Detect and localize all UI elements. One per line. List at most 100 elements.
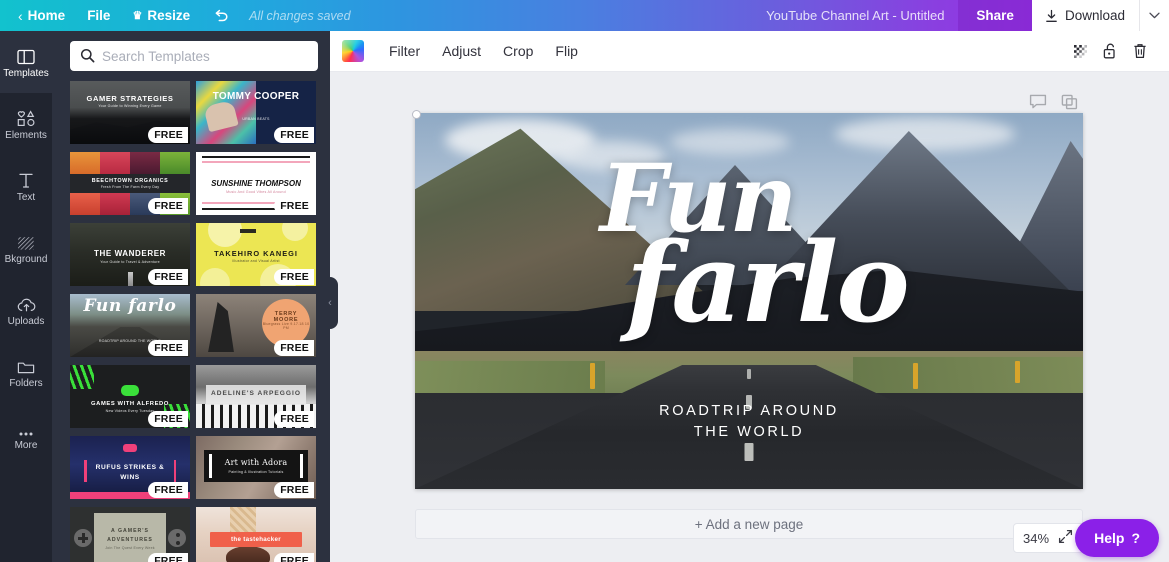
template-card[interactable]: TERRY MOORE Bluegrass Live 9.17.18 10 PM… xyxy=(196,294,316,357)
uploads-icon xyxy=(17,294,36,313)
text-icon xyxy=(18,170,34,189)
download-options-caret[interactable] xyxy=(1139,0,1169,31)
save-status: All changes saved xyxy=(241,9,350,23)
share-label: Share xyxy=(976,8,1014,23)
comment-icon[interactable] xyxy=(1029,94,1047,115)
template-card[interactable]: RUFUS STRIKES & WINS FREE xyxy=(70,436,190,499)
page-tools xyxy=(1029,94,1078,115)
duplicate-page-icon[interactable] xyxy=(1061,94,1078,115)
free-badge: FREE xyxy=(148,482,188,498)
template-card[interactable]: ADELINE'S ARPEGGIO FREE xyxy=(196,365,316,428)
free-badge: FREE xyxy=(148,127,188,143)
sidebar-item-background[interactable]: Bkground xyxy=(0,217,52,279)
template-title: Fun farlo xyxy=(70,300,190,314)
template-card[interactable]: A GAMER'S ADVENTURES Join The Quest Ever… xyxy=(70,507,190,562)
file-menu-button[interactable]: File xyxy=(76,0,121,31)
resize-button[interactable]: ♛ Resize xyxy=(121,0,201,31)
canvas-stage: Fun farlo ROADTRIP AROUND THE WORLD + Ad… xyxy=(330,72,1169,562)
template-card[interactable]: the tastehacker FREE xyxy=(196,507,316,562)
sidebar-item-folders[interactable]: Folders xyxy=(0,341,52,403)
design-subtitle-line2: THE WORLD xyxy=(415,422,1083,443)
templates-icon xyxy=(17,46,35,65)
template-card[interactable]: THE WANDERER Your Guide to Travel & Adve… xyxy=(70,223,190,286)
free-badge: FREE xyxy=(274,482,314,498)
templates-panel: GAMER STRATEGIES Your Guide to Winning E… xyxy=(52,31,330,562)
color-swatch-icon[interactable] xyxy=(342,40,364,62)
download-icon xyxy=(1045,9,1058,23)
free-badge: FREE xyxy=(274,553,314,562)
template-title: TAKEHIRO KANEGI xyxy=(196,249,316,258)
template-card[interactable]: Fun farlo ROADTRIP AROUND THE WORLD FREE xyxy=(70,294,190,357)
search-input[interactable] xyxy=(102,49,302,64)
help-label: Help xyxy=(1094,530,1124,546)
chevron-left-icon: ‹ xyxy=(328,297,332,309)
sidebar-label-templates: Templates xyxy=(3,69,49,79)
help-button[interactable]: Help ? xyxy=(1075,519,1159,557)
sidebar-item-more[interactable]: More xyxy=(0,403,52,465)
add-page-label: + Add a new page xyxy=(695,517,803,532)
free-badge: FREE xyxy=(274,269,314,285)
template-title: Art with Adora xyxy=(196,458,316,467)
search-box[interactable] xyxy=(70,41,318,71)
template-title: BEECHTOWN ORGANICS xyxy=(70,178,190,184)
template-subtitle: URBAN BEATS xyxy=(196,117,316,121)
sidebar-item-uploads[interactable]: Uploads xyxy=(0,279,52,341)
lock-button[interactable] xyxy=(1095,31,1125,72)
design-canvas[interactable]: Fun farlo ROADTRIP AROUND THE WORLD xyxy=(415,113,1083,489)
canva-editor-window: ‹ Home File ♛ Resize All changes saved Y… xyxy=(0,0,1169,562)
share-button[interactable]: Share xyxy=(958,0,1032,31)
cloud xyxy=(835,117,1015,151)
panel-collapse-handle[interactable]: ‹ xyxy=(322,277,338,329)
sidebar-label-text: Text xyxy=(17,193,35,203)
template-card[interactable]: TAKEHIRO KANEGI Illustrator and Visual A… xyxy=(196,223,316,286)
free-badge: FREE xyxy=(274,340,314,356)
left-sidebar-rail: Templates Elements Text xyxy=(0,31,52,562)
chevron-down-icon xyxy=(1149,12,1160,19)
transparency-button[interactable] xyxy=(1065,31,1095,72)
download-button[interactable]: Download xyxy=(1032,0,1139,31)
template-card[interactable]: BEECHTOWN ORGANICS Fresh From The Farm E… xyxy=(70,152,190,215)
template-title: ADELINE'S ARPEGGIO xyxy=(196,390,316,397)
editor-toolbar: Filter Adjust Crop Flip xyxy=(330,31,1169,72)
expand-arrows-icon[interactable] xyxy=(1058,529,1073,547)
design-subtitle: ROADTRIP AROUND THE WORLD xyxy=(415,401,1083,443)
sidebar-item-templates[interactable]: Templates xyxy=(0,31,52,93)
template-card[interactable]: TOMMY COOPER URBAN BEATS FREE xyxy=(196,81,316,144)
template-title: GAMER STRATEGIES xyxy=(70,94,190,103)
background-icon xyxy=(17,232,35,251)
undo-button[interactable] xyxy=(201,0,241,31)
free-badge: FREE xyxy=(148,269,188,285)
template-subtitle: Your Guide to Travel & Adventure xyxy=(70,260,190,264)
sidebar-item-text[interactable]: Text xyxy=(0,155,52,217)
sidebar-label-more: More xyxy=(15,441,38,451)
road-post xyxy=(1015,361,1020,383)
transparency-icon xyxy=(1072,43,1089,60)
template-card[interactable]: SUNSHINE THOMPSON Music And Good Vibes A… xyxy=(196,152,316,215)
cloud xyxy=(555,141,665,171)
add-page-button[interactable]: + Add a new page xyxy=(415,509,1083,539)
document-title[interactable]: YouTube Channel Art - Untitled xyxy=(752,8,958,23)
template-title: THE WANDERER xyxy=(70,249,190,258)
question-mark-icon: ? xyxy=(1131,530,1140,546)
sidebar-item-elements[interactable]: Elements xyxy=(0,93,52,155)
filter-button[interactable]: Filter xyxy=(378,31,431,72)
selection-handle[interactable] xyxy=(412,110,421,119)
sidebar-label-elements: Elements xyxy=(5,131,47,141)
crop-button[interactable]: Crop xyxy=(492,31,544,72)
template-title: A GAMER'S ADVENTURES xyxy=(94,527,166,545)
flip-button[interactable]: Flip xyxy=(544,31,589,72)
cloud xyxy=(670,129,790,155)
home-button[interactable]: ‹ Home xyxy=(0,0,76,31)
template-card[interactable]: GAMER STRATEGIES Your Guide to Winning E… xyxy=(70,81,190,144)
lock-open-icon xyxy=(1102,42,1118,60)
template-card[interactable]: Art with Adora Painting & Illustration T… xyxy=(196,436,316,499)
road-post xyxy=(913,363,918,389)
sidebar-label-uploads: Uploads xyxy=(8,317,45,327)
template-subtitle: Painting & Illustration Tutorials xyxy=(196,470,316,474)
delete-button[interactable] xyxy=(1125,31,1155,72)
adjust-button[interactable]: Adjust xyxy=(431,31,492,72)
template-title: the tastehacker xyxy=(196,536,316,543)
template-card[interactable]: GAMES WITH ALFREDO New Videos Every Tues… xyxy=(70,365,190,428)
free-badge: FREE xyxy=(148,411,188,427)
trash-icon xyxy=(1132,42,1148,60)
